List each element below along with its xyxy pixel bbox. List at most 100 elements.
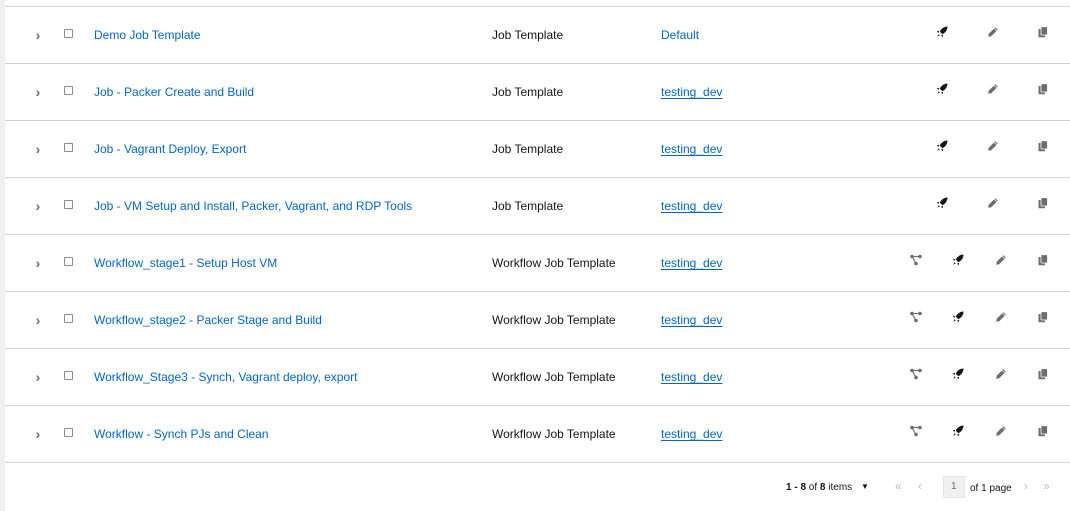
workflow-visualizer-icon-glyph [910, 254, 922, 266]
rocket-icon[interactable] [936, 140, 952, 156]
workflow-visualizer-icon[interactable] [910, 368, 926, 384]
pencil-icon[interactable] [995, 311, 1011, 327]
pencil-icon[interactable] [995, 368, 1011, 384]
inventory-link[interactable]: testing_dev [661, 427, 722, 441]
pencil-icon[interactable] [987, 197, 1003, 213]
template-type: Job Template [492, 85, 564, 99]
copy-icon[interactable] [1037, 254, 1053, 270]
pencil-icon[interactable] [995, 425, 1011, 441]
chevron-right-icon[interactable]: › [31, 140, 45, 158]
chevron-right-icon[interactable]: › [31, 83, 45, 101]
workflow-visualizer-icon[interactable] [910, 254, 926, 270]
table-row: › Job - Vagrant Deploy, Export Job Templat… [5, 121, 1070, 178]
workflow-visualizer-icon-glyph [910, 368, 922, 380]
rocket-icon[interactable] [936, 197, 952, 213]
row-select-checkbox[interactable] [64, 314, 73, 323]
template-name-link[interactable]: Workflow_Stage3 - Synch, Vagrant deploy,… [94, 370, 357, 384]
template-type: Job Template [492, 199, 564, 213]
copy-icon-glyph [1038, 254, 1048, 266]
copy-icon-glyph [1038, 368, 1048, 380]
rocket-icon[interactable] [936, 26, 952, 42]
rocket-icon-glyph [936, 140, 948, 152]
pencil-icon[interactable] [987, 83, 1003, 99]
table-row: › Job - VM Setup and Install, Packer, Vag… [5, 178, 1070, 235]
copy-icon[interactable] [1037, 311, 1053, 327]
inventory-link[interactable]: testing_dev [661, 256, 722, 270]
inventory-link[interactable]: testing_dev [661, 85, 722, 99]
template-name-link[interactable]: Demo Job Template [94, 28, 201, 42]
pencil-icon-glyph [988, 141, 998, 151]
inventory-link[interactable]: testing_dev [661, 199, 722, 213]
rocket-icon-glyph [936, 26, 948, 38]
template-name-link[interactable]: Workflow_stage2 - Packer Stage and Build [94, 313, 322, 327]
copy-icon[interactable] [1037, 197, 1053, 213]
chevron-right-icon[interactable]: › [31, 311, 45, 329]
copy-icon[interactable] [1037, 140, 1053, 156]
rocket-icon[interactable] [952, 254, 968, 270]
pencil-icon-glyph [996, 369, 1006, 379]
rocket-icon-glyph [952, 254, 964, 266]
pencil-icon-glyph [988, 84, 998, 94]
workflow-visualizer-icon-glyph [910, 311, 922, 323]
row-select-checkbox[interactable] [64, 371, 73, 380]
total-pages-label: of 1 page [970, 483, 1012, 494]
pagination-items-label: items [828, 482, 853, 493]
pencil-icon[interactable] [987, 26, 1003, 42]
pencil-icon-glyph [996, 426, 1006, 436]
table-row: › Workflow_stage1 - Setup Host VM Workflow… [5, 235, 1070, 292]
first-page-icon[interactable]: « [895, 479, 902, 493]
items-per-page-toggle[interactable]: 1 - 8 of 8 items ▼ [786, 482, 869, 493]
copy-icon-glyph [1038, 311, 1048, 323]
template-name-link[interactable]: Job - VM Setup and Install, Packer, Vagr… [94, 199, 412, 213]
table-row: › Workflow_Stage3 - Synch, Vagrant deploy… [5, 349, 1070, 406]
template-name-link[interactable]: Job - Packer Create and Build [94, 85, 254, 99]
rocket-icon[interactable] [952, 425, 968, 441]
copy-icon[interactable] [1037, 368, 1053, 384]
rocket-icon-glyph [952, 368, 964, 380]
row-select-checkbox[interactable] [64, 143, 73, 152]
chevron-right-icon[interactable]: › [31, 26, 45, 44]
inventory-link[interactable]: testing_dev [661, 313, 722, 327]
pagination-range: 1 - 8 [786, 482, 807, 493]
copy-icon-glyph [1038, 197, 1048, 209]
chevron-right-icon[interactable]: › [31, 425, 45, 443]
pencil-icon-glyph [996, 255, 1006, 265]
chevron-right-icon[interactable]: › [31, 254, 45, 272]
template-type: Workflow Job Template [492, 313, 616, 327]
workflow-visualizer-icon[interactable] [910, 311, 926, 327]
template-name-link[interactable]: Job - Vagrant Deploy, Export [94, 142, 246, 156]
current-page-input[interactable]: 1 [943, 476, 965, 498]
table-row: › Job - Packer Create and Build Job Templa… [5, 64, 1070, 121]
row-select-checkbox[interactable] [64, 86, 73, 95]
template-name-link[interactable]: Workflow_stage1 - Setup Host VM [94, 256, 277, 270]
inventory-link[interactable]: testing_dev [661, 142, 722, 156]
rocket-icon[interactable] [936, 83, 952, 99]
next-page-icon[interactable]: › [1024, 479, 1028, 493]
row-select-checkbox[interactable] [64, 29, 73, 38]
template-name-link[interactable]: Workflow - Synch PJs and Clean [94, 427, 269, 441]
chevron-right-icon[interactable]: › [31, 197, 45, 215]
chevron-right-icon[interactable]: › [31, 368, 45, 386]
copy-icon[interactable] [1037, 83, 1053, 99]
pencil-icon-glyph [988, 198, 998, 208]
rocket-icon[interactable] [952, 311, 968, 327]
template-type: Job Template [492, 142, 564, 156]
inventory-link[interactable]: Default [661, 28, 699, 42]
pencil-icon[interactable] [987, 140, 1003, 156]
rocket-icon[interactable] [952, 368, 968, 384]
row-select-checkbox[interactable] [64, 257, 73, 266]
inventory-link[interactable]: testing_dev [661, 370, 722, 384]
last-page-icon[interactable]: » [1043, 479, 1050, 493]
copy-icon-glyph [1038, 425, 1048, 437]
row-select-checkbox[interactable] [64, 428, 73, 437]
copy-icon[interactable] [1037, 26, 1053, 42]
template-type: Workflow Job Template [492, 427, 616, 441]
previous-page-icon[interactable]: ‹ [918, 479, 922, 493]
pagination-bar: 1 - 8 of 8 items ▼ « ‹ 1 of 1 page › » [5, 463, 1070, 511]
rocket-icon-glyph [952, 311, 964, 323]
workflow-visualizer-icon[interactable] [910, 425, 926, 441]
pencil-icon-glyph [988, 27, 998, 37]
pencil-icon[interactable] [995, 254, 1011, 270]
row-select-checkbox[interactable] [64, 200, 73, 209]
copy-icon[interactable] [1037, 425, 1053, 441]
